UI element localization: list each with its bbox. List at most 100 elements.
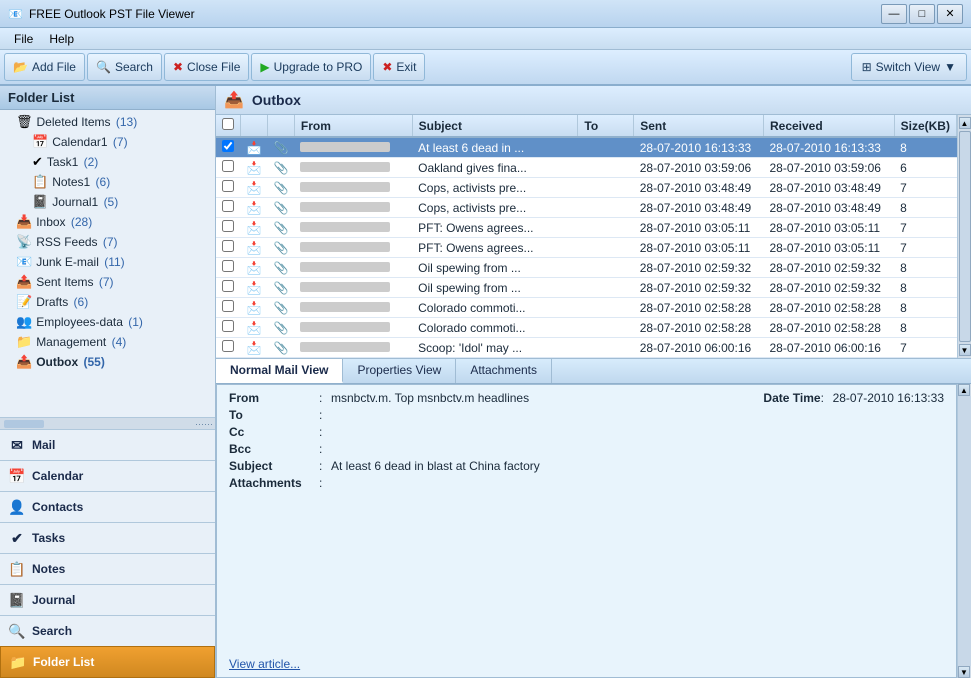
table-row[interactable]: 📩 📎 At least 6 dead in ... 28-07-2010 16… bbox=[216, 137, 957, 158]
folder-icon: 📁 bbox=[16, 334, 32, 350]
upgrade-button[interactable]: ▶ Upgrade to PRO bbox=[251, 53, 371, 81]
notes-icon: 📋 bbox=[8, 560, 26, 578]
folder-item[interactable]: 📓Journal1 (5) bbox=[0, 192, 215, 212]
search-button[interactable]: 🔍 Search bbox=[87, 53, 162, 81]
folder-name: Junk E-mail (11) bbox=[36, 255, 124, 269]
attachments-row: Attachments : bbox=[229, 476, 944, 490]
folder-item[interactable]: 📡RSS Feeds (7) bbox=[0, 232, 215, 252]
preview-scroll-down[interactable]: ▼ bbox=[958, 666, 970, 678]
table-row[interactable]: 📩 📎 Scoop: 'Idol' may ... 28-07-2010 06:… bbox=[216, 338, 957, 358]
nav-calendar[interactable]: 📅 Calendar bbox=[0, 460, 215, 491]
tab-properties-view[interactable]: Properties View bbox=[343, 359, 456, 383]
folder-item[interactable]: 📋Notes1 (6) bbox=[0, 172, 215, 192]
table-row[interactable]: 📩 📎 Colorado commoti... 28-07-2010 02:58… bbox=[216, 318, 957, 338]
minimize-button[interactable]: — bbox=[881, 4, 907, 24]
select-all-checkbox[interactable] bbox=[222, 118, 234, 130]
row-checkbox[interactable] bbox=[222, 160, 234, 172]
nav-contacts-label: Contacts bbox=[32, 500, 83, 514]
email-from bbox=[294, 278, 412, 298]
email-from bbox=[294, 218, 412, 238]
email-received: 28-07-2010 02:58:28 bbox=[763, 318, 894, 338]
add-file-button[interactable]: 📂 Add File bbox=[4, 53, 85, 81]
col-header-size[interactable]: Size(KB) bbox=[894, 115, 956, 137]
nav-folder-list[interactable]: 📁 Folder List bbox=[0, 646, 215, 678]
folder-name: Drafts (6) bbox=[36, 295, 88, 309]
folder-item[interactable]: ✔Task1 (2) bbox=[0, 152, 215, 172]
row-checkbox[interactable] bbox=[222, 180, 234, 192]
row-checkbox[interactable] bbox=[222, 320, 234, 332]
table-row[interactable]: 📩 📎 Oil spewing from ... 28-07-2010 02:5… bbox=[216, 258, 957, 278]
menu-file[interactable]: File bbox=[6, 30, 41, 48]
email-scrollbar[interactable]: ▲ ▼ bbox=[957, 115, 971, 358]
row-checkbox[interactable] bbox=[222, 300, 234, 312]
table-row[interactable]: 📩 📎 PFT: Owens agrees... 28-07-2010 03:0… bbox=[216, 238, 957, 258]
email-size: 7 bbox=[894, 178, 956, 198]
preview-scroll-up[interactable]: ▲ bbox=[958, 384, 970, 396]
folder-item[interactable]: 📥Inbox (28) bbox=[0, 212, 215, 232]
menu-help[interactable]: Help bbox=[41, 30, 82, 48]
nav-contacts[interactable]: 👤 Contacts bbox=[0, 491, 215, 522]
row-checkbox[interactable] bbox=[222, 200, 234, 212]
table-row[interactable]: 📩 📎 PFT: Owens agrees... 28-07-2010 03:0… bbox=[216, 218, 957, 238]
maximize-button[interactable]: □ bbox=[909, 4, 935, 24]
scroll-up-arrow[interactable]: ▲ bbox=[959, 117, 971, 129]
folder-item[interactable]: 📅Calendar1 (7) bbox=[0, 132, 215, 152]
tab-normal-mail-view[interactable]: Normal Mail View bbox=[216, 359, 343, 383]
sidebar-hscroll[interactable]: ······ bbox=[0, 417, 215, 429]
folder-item[interactable]: 🗑Deleted Items (13) bbox=[0, 112, 215, 132]
email-sent: 28-07-2010 03:05:11 bbox=[634, 218, 764, 238]
folder-list-icon: 📁 bbox=[9, 653, 27, 671]
table-row[interactable]: 📩 📎 Oakland gives fina... 28-07-2010 03:… bbox=[216, 158, 957, 178]
col-header-received[interactable]: Received bbox=[763, 115, 894, 137]
email-table-container[interactable]: From Subject To Sent Received Size(KB) 📩… bbox=[216, 115, 957, 358]
view-article-link[interactable]: View article... bbox=[229, 657, 300, 671]
col-header-from[interactable]: From bbox=[294, 115, 412, 137]
close-file-button[interactable]: ✖ Close File bbox=[164, 53, 249, 81]
folder-name: Outbox (55) bbox=[36, 355, 105, 369]
email-subject: Oil spewing from ... bbox=[412, 258, 578, 278]
row-checkbox[interactable] bbox=[222, 260, 234, 272]
folder-icon: 📋 bbox=[32, 174, 48, 190]
table-row[interactable]: 📩 📎 Cops, activists pre... 28-07-2010 03… bbox=[216, 198, 957, 218]
col-header-to[interactable]: To bbox=[578, 115, 634, 137]
folder-item[interactable]: 📝Drafts (6) bbox=[0, 292, 215, 312]
folder-icon: 📥 bbox=[16, 214, 32, 230]
tab-attachments[interactable]: Attachments bbox=[456, 359, 552, 383]
email-subject: PFT: Owens agrees... bbox=[412, 238, 578, 258]
close-button[interactable]: ✕ bbox=[937, 4, 963, 24]
row-checkbox[interactable] bbox=[222, 340, 234, 352]
nav-notes[interactable]: 📋 Notes bbox=[0, 553, 215, 584]
col-header-check[interactable] bbox=[216, 115, 241, 137]
preview-scrollbar[interactable]: ▲ ▼ bbox=[957, 384, 971, 678]
row-checkbox[interactable] bbox=[222, 240, 234, 252]
folder-tree[interactable]: 🗑Deleted Items (13)📅Calendar1 (7)✔Task1 … bbox=[0, 110, 215, 417]
folder-item[interactable]: 👥Employees-data (1) bbox=[0, 312, 215, 332]
col-header-icon[interactable] bbox=[241, 115, 268, 137]
table-row[interactable]: 📩 📎 Oil spewing from ... 28-07-2010 02:5… bbox=[216, 278, 957, 298]
folder-item[interactable]: 📧Junk E-mail (11) bbox=[0, 252, 215, 272]
switch-view-button[interactable]: ⊞ Switch View ▼ bbox=[851, 53, 967, 81]
folder-item[interactable]: 📤Sent Items (7) bbox=[0, 272, 215, 292]
scroll-down-arrow[interactable]: ▼ bbox=[959, 344, 971, 356]
table-row[interactable]: 📩 📎 Colorado commoti... 28-07-2010 02:58… bbox=[216, 298, 957, 318]
table-row[interactable]: 📩 📎 Cops, activists pre... 28-07-2010 03… bbox=[216, 178, 957, 198]
row-checkbox[interactable] bbox=[222, 140, 234, 152]
exit-button[interactable]: ✖ Exit bbox=[373, 53, 425, 81]
cc-label: Cc bbox=[229, 425, 319, 439]
email-size: 8 bbox=[894, 258, 956, 278]
folder-icon: 📤 bbox=[16, 274, 32, 290]
folder-item[interactable]: 📁Management (4) bbox=[0, 332, 215, 352]
nav-journal[interactable]: 📓 Journal bbox=[0, 584, 215, 615]
nav-mail[interactable]: ✉ Mail bbox=[0, 429, 215, 460]
nav-search[interactable]: 🔍 Search bbox=[0, 615, 215, 646]
row-checkbox[interactable] bbox=[222, 280, 234, 292]
col-header-subject[interactable]: Subject bbox=[412, 115, 578, 137]
content-area: 📤 Outbox From Subject To Sent bbox=[216, 86, 971, 678]
folder-item[interactable]: 📤Outbox (55) bbox=[0, 352, 215, 372]
nav-tasks[interactable]: ✔ Tasks bbox=[0, 522, 215, 553]
col-header-sent[interactable]: Sent bbox=[634, 115, 764, 137]
search-nav-icon: 🔍 bbox=[8, 622, 26, 640]
row-checkbox[interactable] bbox=[222, 220, 234, 232]
col-header-attach[interactable] bbox=[267, 115, 294, 137]
calendar-icon: 📅 bbox=[8, 467, 26, 485]
